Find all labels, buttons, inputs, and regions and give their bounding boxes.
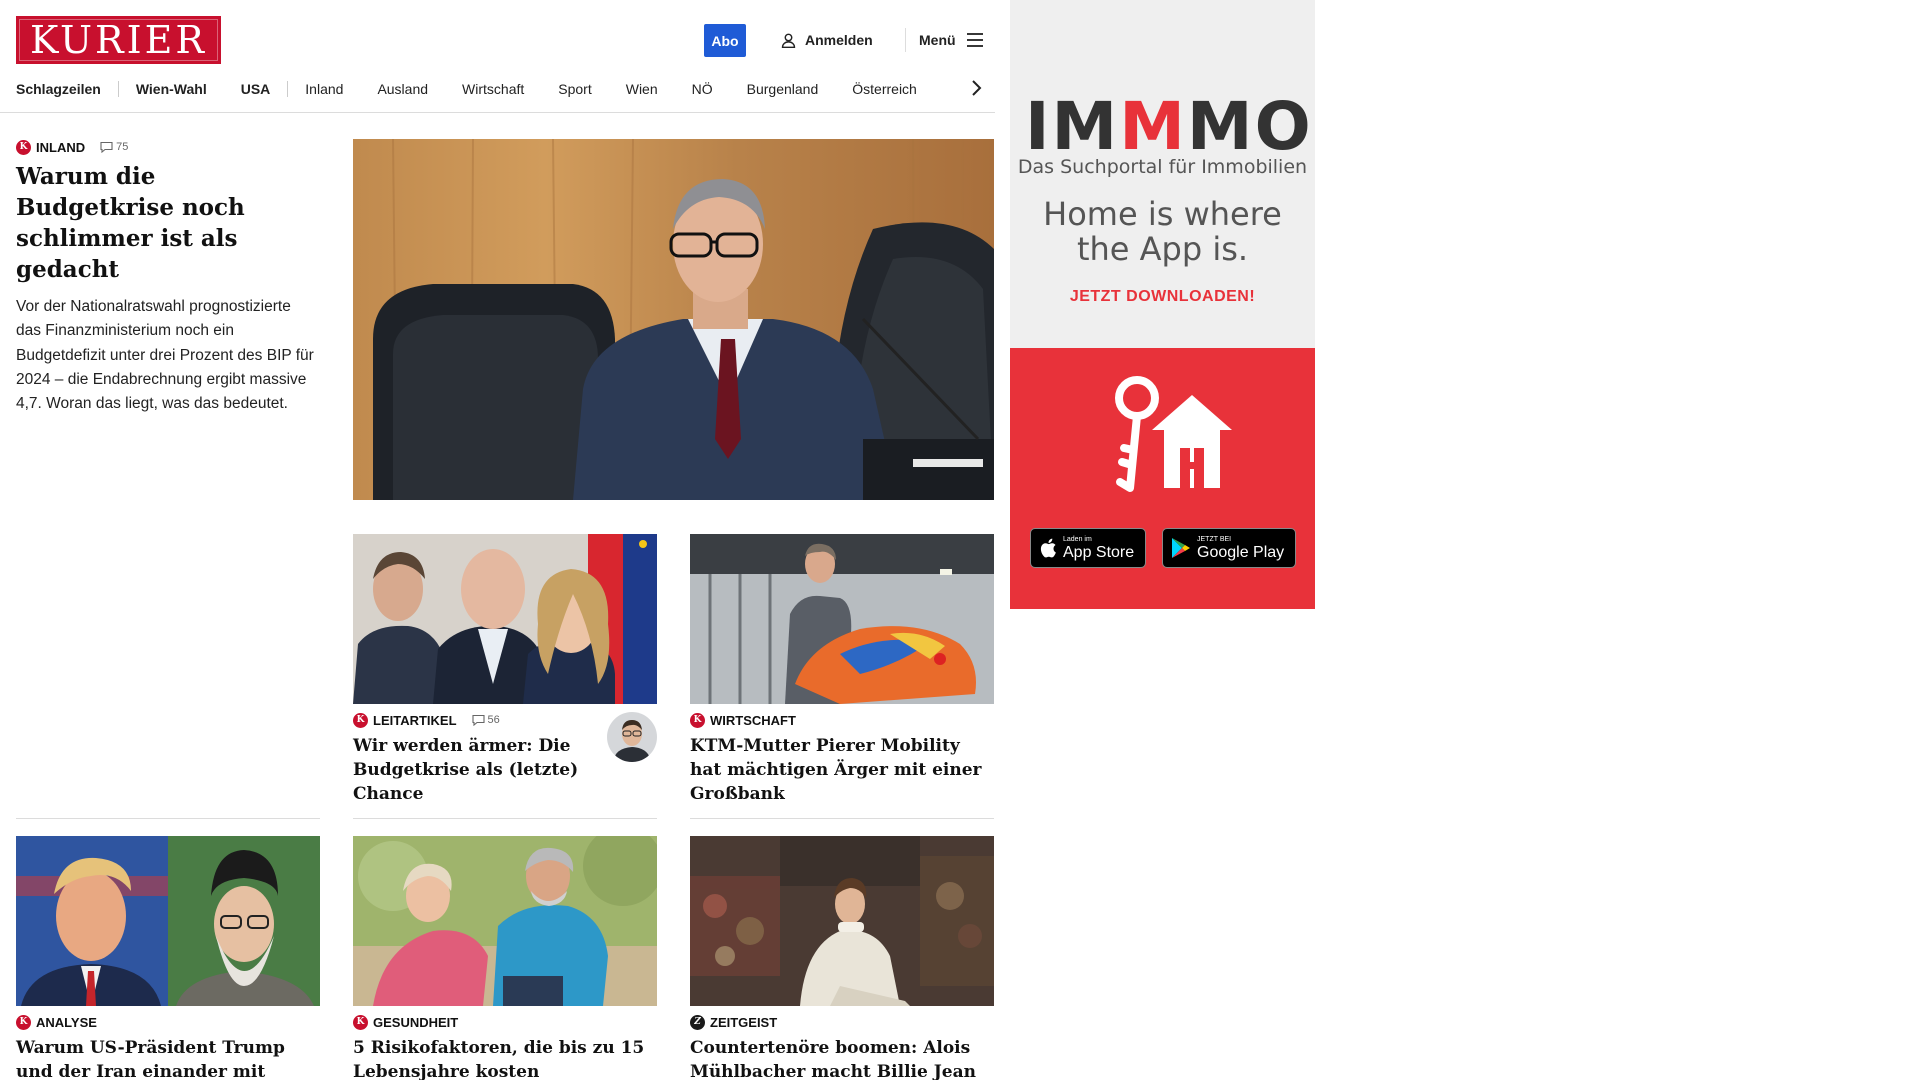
comment-count[interactable]: 56 <box>471 714 500 726</box>
zeitgeist-icon: z <box>690 1014 705 1030</box>
card-divider <box>16 818 320 819</box>
article-card[interactable]: K Gesundheit 5 Risikofaktoren, die bis z… <box>353 836 657 1080</box>
article-card[interactable]: K Wirtschaft KTM-Mutter Pierer Mobility … <box>690 534 994 806</box>
kurier-k-icon: K <box>16 139 31 155</box>
nav-item-inland[interactable]: Inland <box>288 81 360 97</box>
card-divider <box>353 818 657 819</box>
article-headline[interactable]: KTM-Mutter Pierer Mobility hat mächtigen… <box>690 734 994 806</box>
seniors-photo-graphic <box>353 836 657 1006</box>
countertenor-photo-graphic <box>690 836 994 1006</box>
lead-headline[interactable]: Warum die Budgetkrise noch schlimmer ist… <box>16 161 320 285</box>
ad-red-panel <box>1010 348 1315 609</box>
login-button[interactable]: Anmelden <box>780 28 873 52</box>
article-meta: K Gesundheit <box>353 1014 657 1030</box>
lead-image[interactable] <box>353 139 994 500</box>
category-label: Leitartikel <box>373 712 457 728</box>
google-play-label: Google Play <box>1197 543 1285 561</box>
site-header: KURIER Abo Anmelden Menü Schlagzeilen Wi… <box>0 0 995 113</box>
category-label: Inland <box>36 139 86 155</box>
author-avatar[interactable] <box>607 712 657 762</box>
app-store-label: App Store <box>1063 543 1135 561</box>
kurier-k-icon: K <box>353 1014 368 1030</box>
article-headline[interactable]: Countertenöre boomen: Alois Mühlbacher m… <box>690 1036 994 1080</box>
article-meta: K Wirtschaft <box>690 712 994 728</box>
article-card[interactable]: K Analyse Warum US-Präsident Trump und d… <box>16 836 320 1080</box>
article-image[interactable] <box>16 836 320 1006</box>
ad-download-cta[interactable]: JETZT DOWNLOADEN! <box>1010 288 1315 306</box>
article-meta: K Inland 75 <box>16 139 320 155</box>
nav-item-wien-wahl[interactable]: Wien-Wahl <box>119 81 224 97</box>
immmo-logo: IMMMO <box>1025 88 1313 165</box>
article-image[interactable] <box>353 836 657 1006</box>
google-play-icon <box>1172 538 1190 558</box>
app-store-small: Laden im <box>1063 535 1092 543</box>
section-nav: Schlagzeilen Wien-Wahl USA Inland Auslan… <box>16 78 934 100</box>
nav-item-wien[interactable]: Wien <box>609 81 675 97</box>
article-headline[interactable]: Wir werden ärmer: Die Budgetkrise als (l… <box>353 734 593 806</box>
kurier-k-icon: K <box>353 712 368 728</box>
header-divider <box>905 28 906 52</box>
article-card[interactable]: z Zeitgeist Countertenöre boomen: Alois … <box>690 836 994 1080</box>
nav-item-usa[interactable]: USA <box>224 81 288 97</box>
category-label: Zeitgeist <box>710 1014 778 1030</box>
apple-icon <box>1040 538 1056 558</box>
hamburger-icon <box>966 33 983 47</box>
logo-text: KURIER <box>29 18 208 62</box>
article-image[interactable] <box>690 836 994 1006</box>
chevron-right-icon[interactable] <box>968 78 984 98</box>
nav-item-noe[interactable]: NÖ <box>675 81 730 97</box>
kurier-k-icon: K <box>16 1014 31 1030</box>
lead-teaser: Vor der Nationalratswahl prognostizierte… <box>16 298 314 413</box>
immmo-ad[interactable]: IMMMO Das Suchportal für Immobilien Home… <box>1010 0 1315 609</box>
login-label: Anmelden <box>805 32 873 48</box>
nav-item-oesterreich[interactable]: Österreich <box>835 81 934 97</box>
key-house-icon <box>1115 376 1232 492</box>
article-image[interactable] <box>690 534 994 704</box>
ad-subtitle: Das Suchportal für Immobilien <box>1017 156 1308 178</box>
menu-label: Menü <box>919 32 956 48</box>
category-label: Analyse <box>36 1014 97 1030</box>
lead-photo-graphic <box>353 139 994 500</box>
kurier-k-icon: K <box>690 712 705 728</box>
google-play-badge[interactable]: JETZT BEI Google Play <box>1162 528 1296 568</box>
article-headline[interactable]: 5 Risikofaktoren, die bis zu 15 Lebensja… <box>353 1036 657 1080</box>
category-label: Wirtschaft <box>710 712 796 728</box>
trump-khamenei-photo-graphic <box>16 836 320 1006</box>
nav-item-schlagzeilen[interactable]: Schlagzeilen <box>16 81 118 97</box>
author-photo-graphic <box>607 712 657 762</box>
comment-count-value: 56 <box>487 714 500 726</box>
lead-article[interactable]: K Inland 75 Warum die Budgetkrise noch s… <box>16 139 320 416</box>
google-play-small: JETZT BEI <box>1197 535 1232 543</box>
ad-tagline: Home is where the App is. <box>1043 195 1282 268</box>
nav-item-burgenland[interactable]: Burgenland <box>730 81 836 97</box>
article-card[interactable]: K Leitartikel 56 Wir werden ärmer: Die B… <box>353 534 657 806</box>
app-store-badge[interactable]: Laden im App Store <box>1030 528 1146 568</box>
comment-count[interactable]: 75 <box>100 141 128 153</box>
politicians-photo-graphic <box>353 534 657 704</box>
card-divider <box>690 818 994 819</box>
nav-item-ausland[interactable]: Ausland <box>360 81 445 97</box>
article-meta: z Zeitgeist <box>690 1014 994 1030</box>
motorbike-photo-graphic <box>690 534 994 704</box>
user-icon <box>781 33 796 48</box>
nav-item-sport[interactable]: Sport <box>541 81 608 97</box>
kurier-logo[interactable]: KURIER <box>16 16 221 64</box>
menu-button[interactable]: Menü <box>919 28 984 52</box>
article-headline[interactable]: Warum US-Präsident Trump und der Iran ei… <box>16 1036 320 1080</box>
abo-button[interactable]: Abo <box>704 24 746 57</box>
category-label: Gesundheit <box>373 1014 459 1030</box>
article-meta: K Analyse <box>16 1014 320 1030</box>
article-image[interactable] <box>353 534 657 704</box>
comment-icon <box>471 714 485 726</box>
comment-count-value: 75 <box>116 141 129 153</box>
comment-icon <box>100 141 113 153</box>
nav-item-wirtschaft[interactable]: Wirtschaft <box>445 81 541 97</box>
